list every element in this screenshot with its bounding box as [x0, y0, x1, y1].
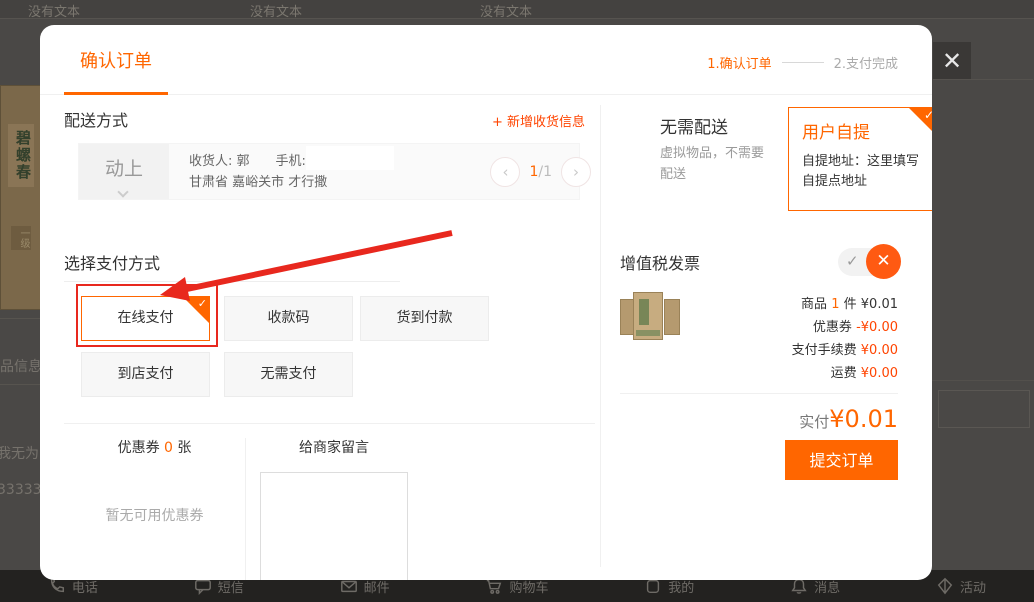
prev-page-button[interactable]: ‹ [490, 157, 520, 187]
payment-option-label: 到店支付 [118, 366, 174, 382]
add-address-link[interactable]: + 新增收货信息 [492, 111, 585, 130]
delivery-heading: 配送方式 [64, 107, 128, 131]
delivery-method-label: 动上 [105, 158, 143, 180]
payment-option-nopay[interactable]: 无需支付 [224, 352, 353, 397]
product-thumbnail [620, 287, 684, 343]
address-text: 甘肃省 嘉峪关市 才行撒 [189, 172, 332, 193]
summary-line-shipping: 运费 ¥0.00 [792, 362, 898, 385]
package-right [664, 299, 680, 335]
coupon-empty-text: 暂无可用优惠券 [64, 505, 245, 525]
background-top-text: 没有文本 [480, 1, 532, 20]
divider [245, 438, 246, 580]
total-amount: ¥0.01 [829, 405, 898, 433]
product-grade-label: 一级 [11, 226, 31, 250]
payment-option-label: 在线支付 [118, 310, 174, 326]
receiver-name: 收货人: 郭 [189, 154, 250, 169]
background-side-text: 品信息 [0, 356, 42, 376]
address-pager: ‹ 1/1 › [490, 157, 591, 187]
next-page-button[interactable]: › [561, 157, 591, 187]
chevron-down-icon [117, 186, 128, 197]
selected-check-icon: ✓ [909, 108, 932, 136]
divider [620, 393, 898, 394]
payment-option-qrcode[interactable]: 收款码 [224, 296, 353, 341]
divider [0, 384, 40, 385]
delivery-method-tab[interactable]: 动上 [79, 144, 169, 199]
payment-option-label: 无需支付 [261, 366, 317, 382]
background-side-text: 我无为 [0, 443, 39, 463]
fee-amount: ¥0.00 [861, 343, 898, 358]
background-product-image: 碧螺春 一级 [0, 85, 42, 310]
item-amount: ¥0.01 [861, 297, 898, 312]
payment-option-label: 货到付款 [397, 310, 453, 326]
summary-line-items: 商品 1 件 ¥0.01 [792, 293, 898, 316]
shipping-none-desc: 虚拟物品，不需要配送 [660, 143, 768, 185]
merchant-message-input[interactable] [260, 472, 408, 580]
coupon-count: 0 [164, 440, 173, 456]
package-center [633, 292, 663, 340]
invoice-toggle[interactable]: ✓ ✕ [838, 248, 898, 276]
shipping-pickup-desc: 自提地址：这里填写自提点地址 [802, 152, 926, 192]
divider [933, 79, 1033, 80]
right-column: 无需配送 虚拟物品，不需要配送 用户自提 自提地址：这里填写自提点地址 ✓ 增值… [600, 25, 932, 580]
payment-option-cod[interactable]: 货到付款 [360, 296, 489, 341]
payment-option-online[interactable]: 在线支付 ✓ [81, 296, 210, 341]
activity-icon [936, 577, 954, 595]
shipping-amount: ¥0.00 [861, 366, 898, 381]
shipping-pickup-card[interactable]: 用户自提 自提地址：这里填写自提点地址 ✓ [788, 107, 932, 211]
background-top-text: 没有文本 [250, 1, 302, 20]
product-name-label: 碧螺春 [8, 124, 34, 187]
order-confirm-page: 没有文本 没有文本 没有文本 碧螺春 一级 品信息 我无为 33333333 电… [0, 0, 1034, 602]
merchant-message-heading: 给商家留言 [260, 437, 408, 457]
page-indicator: 1/1 [529, 164, 552, 180]
order-summary: 商品 1 件 ¥0.01 优惠券 -¥0.00 支付手续费 ¥0.00 运费 ¥… [792, 293, 898, 385]
shipping-none-title[interactable]: 无需配送 [660, 113, 728, 138]
background-top-text: 没有文本 [28, 1, 80, 20]
item-count: 1 [831, 297, 839, 312]
submit-order-button[interactable]: 提交订单 [785, 440, 898, 480]
selected-check-icon: ✓ [183, 297, 209, 323]
left-column: 配送方式 + 新增收货信息 动上 收货人: 郭手机: 甘肃省 嘉峪关市 才行撒 … [64, 25, 600, 580]
payment-option-label: 收款码 [268, 310, 310, 326]
footer-item-activity: 活动 [936, 577, 986, 596]
close-icon[interactable]: ✕ [933, 42, 971, 80]
coupon-amount: -¥0.00 [856, 320, 898, 335]
summary-line-fee: 支付手续费 ¥0.00 [792, 339, 898, 362]
total-pages: /1 [538, 164, 552, 180]
shipping-pickup-title: 用户自提 [802, 118, 870, 143]
divider [64, 281, 400, 282]
background-box [938, 390, 1030, 428]
footer-label: 活动 [960, 577, 986, 596]
total-label: 实付 [799, 413, 829, 431]
phone-privacy-patch [306, 146, 394, 170]
summary-line-coupon: 优惠券 -¥0.00 [792, 316, 898, 339]
payment-option-instore[interactable]: 到店支付 [81, 352, 210, 397]
phone-label: 手机: [276, 154, 306, 169]
divider [0, 318, 40, 319]
divider [932, 380, 1034, 381]
check-icon: ✓ [846, 252, 859, 270]
confirm-order-modal: 确认订单 1.确认订单 2.支付完成 配送方式 + 新增收货信息 动上 收货人:… [40, 25, 932, 580]
divider [64, 423, 595, 424]
coupon-heading: 优惠券 0 张 [64, 437, 245, 457]
payment-heading: 选择支付方式 [64, 250, 160, 274]
cross-icon: ✕ [866, 244, 901, 279]
total-row: 实付¥0.01 [799, 405, 898, 433]
invoice-heading: 增值税发票 [620, 250, 700, 274]
